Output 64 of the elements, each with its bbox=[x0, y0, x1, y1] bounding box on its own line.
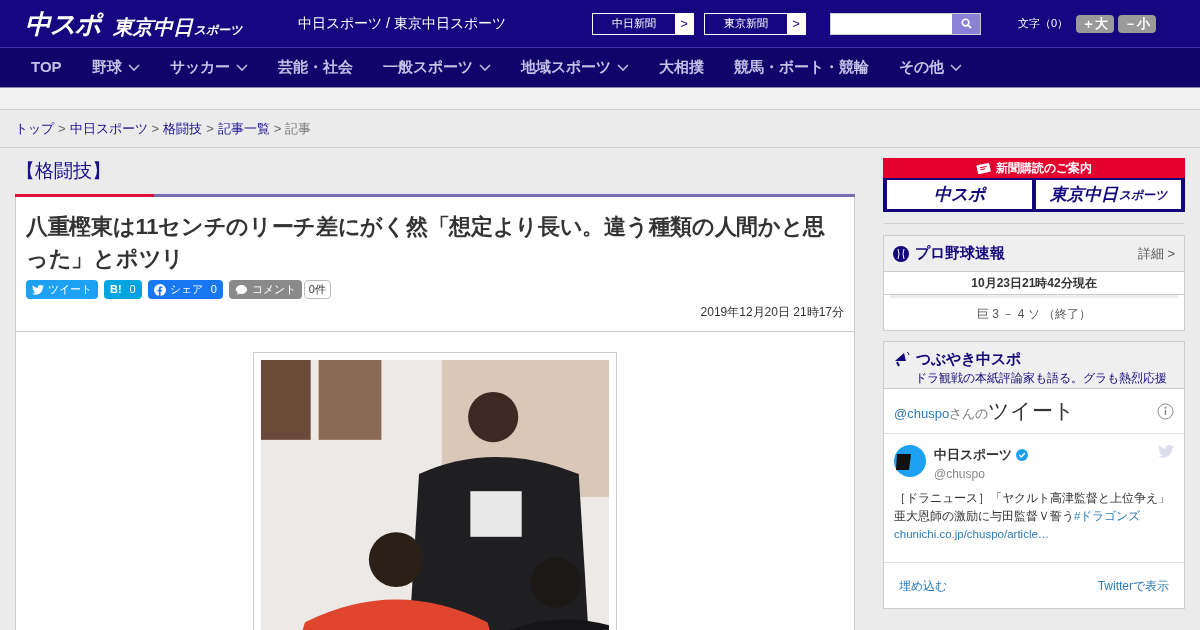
category-heading: 【格闘技】 bbox=[15, 159, 112, 183]
breadcrumb-separator: > bbox=[273, 119, 282, 138]
game-score: 巨 3 － 4 ソ （終了） bbox=[976, 306, 1092, 323]
site-logo[interactable]: 東京中日スポーツ bbox=[113, 16, 243, 37]
site-logo[interactable]: 中スポ bbox=[25, 10, 102, 37]
panel-title: プロ野球速報 bbox=[915, 243, 1005, 264]
nav-item[interactable]: 競馬・ボート・競輪 bbox=[733, 56, 869, 79]
newspaper-logo[interactable]: 中スポ bbox=[887, 180, 1032, 209]
nav-item[interactable]: 一般スポーツ bbox=[382, 56, 491, 79]
article-date: 2019年12月20日 21時17分 bbox=[699, 304, 844, 321]
nav-item[interactable]: TOP bbox=[31, 56, 62, 79]
chevron-down-icon bbox=[235, 63, 248, 72]
newspaper-link[interactable]: 東京新聞 > bbox=[704, 12, 806, 35]
timeline-heading: @chuspoさんのツイート bbox=[894, 398, 1076, 425]
newspaper-icon bbox=[976, 162, 992, 174]
nav-item[interactable]: 大相撲 bbox=[658, 56, 704, 79]
detail-link[interactable]: 詳細 > bbox=[1137, 243, 1175, 264]
nav-item[interactable]: 芸能・社会 bbox=[277, 56, 353, 79]
search-button[interactable] bbox=[952, 13, 980, 34]
newspaper-link[interactable]: 中日新聞 > bbox=[592, 12, 694, 35]
account-handle: @chuspo bbox=[934, 465, 986, 483]
embed-link[interactable]: 埋め込む bbox=[899, 576, 947, 595]
site-title: 中日スポーツ / 東京中日スポーツ bbox=[297, 14, 507, 33]
nav-item[interactable]: 地域スポーツ bbox=[520, 56, 629, 79]
breadcrumb-separator: > bbox=[58, 119, 66, 138]
info-icon[interactable] bbox=[1157, 402, 1174, 420]
avatar-icon bbox=[894, 445, 926, 477]
nav-item[interactable]: その他 bbox=[898, 56, 962, 79]
comment-count: 0件 bbox=[303, 280, 331, 299]
share-button[interactable]: シェア 0 bbox=[147, 280, 223, 299]
hashtag-link[interactable]: #ドラゴンズ bbox=[1074, 509, 1141, 522]
nav-item[interactable]: サッカー bbox=[169, 56, 248, 79]
nav-item[interactable]: 野球 bbox=[91, 56, 140, 79]
breadcrumb-link[interactable]: 記事一覧 bbox=[217, 118, 270, 139]
chevron-down-icon bbox=[949, 63, 962, 72]
breadcrumb-separator: > bbox=[206, 119, 214, 138]
verified-badge-icon bbox=[1016, 448, 1028, 461]
bird-icon bbox=[32, 284, 44, 295]
account-name[interactable]: 中日スポーツ bbox=[934, 445, 1012, 465]
article-link[interactable]: chunichi.co.jp/chuspo/article… bbox=[894, 527, 1050, 540]
article-title: 八重樫東は11センチのリーチ差にがく然「想定より長い。違う種類の人間かと思った」とポツリ bbox=[26, 213, 827, 273]
search-icon bbox=[960, 18, 972, 29]
bird-icon bbox=[1158, 445, 1174, 458]
subscription-banner[interactable]: 新聞購読のご案内 中スポ 東京中日スポーツ bbox=[883, 158, 1185, 212]
banner-title: 新聞購読のご案内 bbox=[996, 160, 1092, 177]
breadcrumb-link[interactable]: トップ bbox=[15, 118, 54, 139]
panel-subtitle: ドラ観戦の本紙評論家も語る。グラも熱烈応援 bbox=[914, 370, 1168, 386]
breadcrumb-link[interactable]: 格闘技 bbox=[163, 118, 203, 139]
chevron-down-icon bbox=[127, 63, 140, 72]
chevron-down-icon bbox=[478, 63, 491, 72]
font-size-label: 文字（0） bbox=[1018, 16, 1069, 32]
breadcrumb-separator: > bbox=[151, 119, 160, 138]
tweet-text: ［ドラニュース］「ヤクルト高津監督と上位争え」亜大恩師の激励に与田監督Ｖ誓う#ドラゴンズ chunichi.co.jp/chuspo/article… bbox=[894, 490, 1171, 542]
search-field[interactable] bbox=[830, 12, 981, 35]
panel-title: つぶやき中スポ bbox=[916, 349, 1021, 369]
chevron-down-icon bbox=[616, 63, 629, 72]
breadcrumb-text: 記事 bbox=[285, 119, 312, 138]
baseball-icon bbox=[893, 245, 909, 262]
newspaper-logo[interactable]: 東京中日スポーツ bbox=[1036, 180, 1181, 209]
speech-bubble-icon bbox=[234, 283, 248, 296]
facebook-icon bbox=[153, 283, 166, 296]
megaphone-icon bbox=[893, 351, 911, 368]
breadcrumb-link[interactable]: 中日スポーツ bbox=[69, 118, 148, 139]
view-on-twitter-link[interactable]: Twitterで表示 bbox=[1097, 576, 1169, 595]
